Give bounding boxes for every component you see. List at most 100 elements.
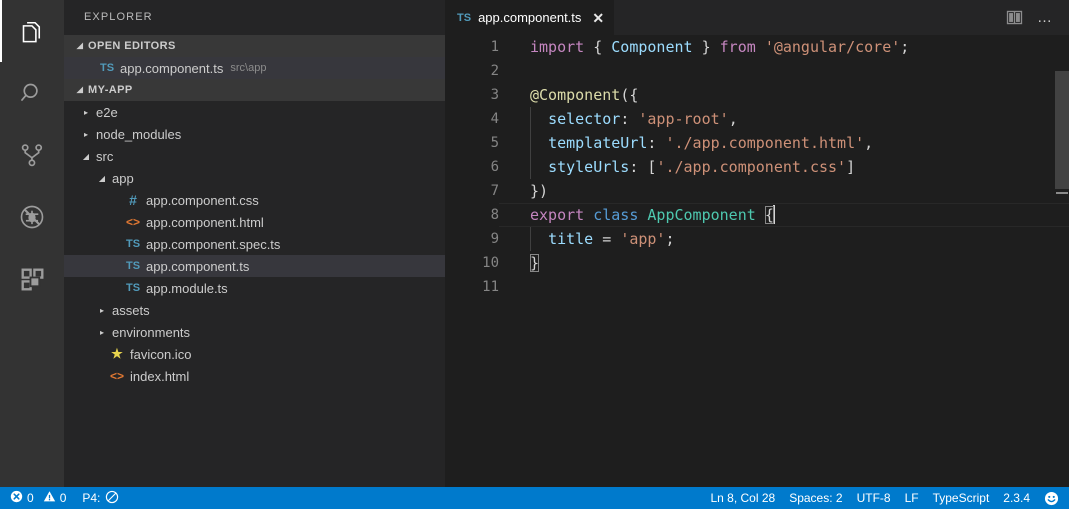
code-editor[interactable]: 1import { Component } from '@angular/cor… bbox=[445, 35, 1069, 487]
code-line[interactable]: 5 templateUrl: './app.component.html', bbox=[445, 131, 1069, 155]
code-token: }) bbox=[530, 182, 548, 200]
code-token: ({ bbox=[620, 86, 638, 104]
status-bar-encoding[interactable]: UTF-8 bbox=[850, 487, 898, 509]
code-line[interactable]: 2 bbox=[445, 59, 1069, 83]
status-bar-language-mode[interactable]: TypeScript bbox=[926, 487, 997, 509]
line-number: 3 bbox=[445, 83, 499, 107]
tree-item-label: src bbox=[96, 149, 113, 164]
open-editor-item[interactable]: TSapp.component.tssrc\app bbox=[64, 57, 445, 79]
code-token: = bbox=[593, 230, 620, 248]
tree-file-item[interactable]: ★favicon.ico bbox=[64, 343, 445, 365]
status-bar-perforce[interactable]: P4: bbox=[73, 487, 126, 509]
chevron-right-icon: ▸ bbox=[96, 328, 108, 337]
activity-bar-item-extensions[interactable] bbox=[0, 248, 64, 310]
code-token bbox=[756, 38, 765, 56]
tree-folder-item[interactable]: ◢app bbox=[64, 167, 445, 189]
line-number: 4 bbox=[445, 107, 499, 131]
tree-item-label: favicon.ico bbox=[130, 347, 191, 362]
code-token: export bbox=[530, 206, 584, 224]
tree-item-label: app bbox=[112, 171, 134, 186]
tree-file-item[interactable]: <> app.component.html bbox=[64, 211, 445, 233]
extensions-squares-icon bbox=[19, 266, 46, 293]
tree-item-label: environments bbox=[112, 325, 190, 340]
activity-bar-item-debug[interactable] bbox=[0, 186, 64, 248]
code-line[interactable]: 11 bbox=[445, 275, 1069, 299]
code-line-text: import { Component } from '@angular/core… bbox=[530, 35, 909, 59]
ts-file-icon: TS bbox=[124, 282, 142, 294]
code-line[interactable]: 7}) bbox=[445, 179, 1069, 203]
status-bar-problems[interactable]: 0 0 bbox=[3, 487, 73, 509]
ts-file-icon: TS bbox=[457, 12, 471, 24]
code-token: templateUrl bbox=[548, 134, 647, 152]
activity-bar-item-search[interactable] bbox=[0, 62, 64, 124]
code-token bbox=[693, 38, 702, 56]
status-bar-eol[interactable]: LF bbox=[898, 487, 926, 509]
section-header-project[interactable]: ◢ MY-APP bbox=[64, 79, 445, 101]
tree-item-label: app.component.css bbox=[146, 193, 259, 208]
activity-bar-item-explorer[interactable] bbox=[0, 0, 64, 62]
code-token: ; bbox=[900, 38, 909, 56]
tree-file-item[interactable]: # app.component.css bbox=[64, 189, 445, 211]
tree-folder-item[interactable]: ▸ environments bbox=[64, 321, 445, 343]
code-line-text: title = 'app'; bbox=[530, 227, 675, 251]
code-line[interactable]: 4 selector: 'app-root', bbox=[445, 107, 1069, 131]
code-token: './app.component.css' bbox=[656, 158, 846, 176]
chevron-down-icon: ◢ bbox=[72, 86, 88, 94]
code-line-text: templateUrl: './app.component.html', bbox=[530, 131, 873, 155]
activity-bar-item-source-control[interactable] bbox=[0, 124, 64, 186]
code-line[interactable]: 1import { Component } from '@angular/cor… bbox=[445, 35, 1069, 59]
tree-item-label: index.html bbox=[130, 369, 189, 384]
tree-folder-item[interactable]: ▸node_modules bbox=[64, 123, 445, 145]
status-bar-version[interactable]: 2.3.4 bbox=[996, 487, 1037, 509]
close-icon[interactable]: ✕ bbox=[592, 11, 604, 25]
code-token: ] bbox=[846, 158, 855, 176]
tree-item-label: app.module.ts bbox=[146, 281, 228, 296]
tab-app-component-ts[interactable]: TS app.component.ts ✕ bbox=[445, 0, 615, 35]
tree-file-item[interactable]: TSapp.component.spec.ts bbox=[64, 233, 445, 255]
css-file-icon: # bbox=[124, 192, 142, 208]
code-token: AppComponent bbox=[647, 206, 755, 224]
tree-file-item[interactable]: TSapp.component.ts bbox=[64, 255, 445, 277]
line-number: 6 bbox=[445, 155, 499, 179]
code-token bbox=[711, 38, 720, 56]
code-line[interactable]: 3@Component({ bbox=[445, 83, 1069, 107]
tree-folder-item[interactable]: ▸assets bbox=[64, 299, 445, 321]
code-token bbox=[584, 206, 593, 224]
code-token bbox=[530, 110, 548, 128]
status-bar-cursor-position[interactable]: Ln 8, Col 28 bbox=[703, 487, 782, 509]
status-bar-indentation[interactable]: Spaces: 2 bbox=[782, 487, 849, 509]
code-line[interactable]: 10} bbox=[445, 251, 1069, 275]
tree-folder-item[interactable]: ◢src bbox=[64, 145, 445, 167]
scrollbar-slider[interactable] bbox=[1055, 71, 1069, 189]
section-header-open-editors[interactable]: ◢ OPEN EDITORS bbox=[64, 35, 445, 57]
split-editor-icon[interactable] bbox=[1006, 9, 1023, 26]
more-actions-icon[interactable]: … bbox=[1037, 10, 1053, 25]
line-number: 11 bbox=[445, 275, 499, 299]
code-token: title bbox=[548, 230, 593, 248]
tree-item-label: app.component.html bbox=[146, 215, 264, 230]
status-bar-feedback-smiley[interactable] bbox=[1037, 487, 1061, 509]
html-file-icon: <> bbox=[124, 215, 142, 229]
code-token: styleUrls bbox=[548, 158, 629, 176]
search-icon bbox=[19, 80, 46, 107]
code-token: { bbox=[593, 38, 602, 56]
code-token: from bbox=[720, 38, 756, 56]
code-token: class bbox=[593, 206, 638, 224]
code-token bbox=[584, 38, 593, 56]
code-token: : [ bbox=[629, 158, 656, 176]
tree-file-item[interactable]: <>index.html bbox=[64, 365, 445, 387]
editor-group: TS app.component.ts ✕ … 1import { Compon… bbox=[445, 0, 1069, 487]
tree-folder-item[interactable]: ▸e2e bbox=[64, 101, 445, 123]
chevron-down-icon: ◢ bbox=[72, 42, 88, 50]
tree-file-item[interactable]: TS app.module.ts bbox=[64, 277, 445, 299]
editor-tab-actions: … bbox=[1006, 0, 1069, 35]
editor-vertical-scrollbar[interactable] bbox=[1055, 70, 1069, 487]
perforce-label: P4: bbox=[82, 491, 100, 505]
chevron-right-icon: ▸ bbox=[80, 108, 92, 117]
status-bar: 0 0 P4: Ln 8, Col 28 Spaces: 2 UTF-8 LF bbox=[0, 487, 1069, 509]
code-line[interactable]: 6 styleUrls: ['./app.component.css'] bbox=[445, 155, 1069, 179]
code-line[interactable]: 9 title = 'app'; bbox=[445, 227, 1069, 251]
code-token: ; bbox=[665, 230, 674, 248]
code-line[interactable]: 8export class AppComponent { bbox=[445, 203, 1069, 227]
line-number: 2 bbox=[445, 59, 499, 83]
